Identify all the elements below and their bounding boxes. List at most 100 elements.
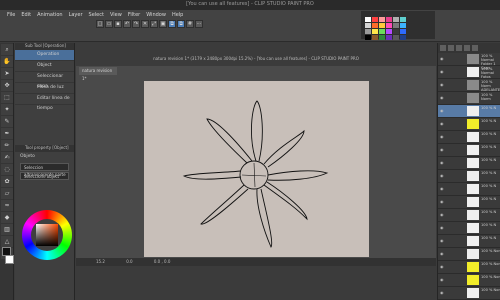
menu-window[interactable]: Window — [143, 12, 169, 18]
layer-row[interactable]: ◉ 100 % N — [438, 157, 500, 170]
swatch[interactable] — [365, 23, 371, 28]
swatch[interactable] — [400, 29, 406, 34]
swatch[interactable] — [386, 23, 392, 28]
subtool-item-select-layer[interactable]: Seleccionar capa — [15, 72, 74, 89]
swatch[interactable] — [393, 35, 399, 40]
new-layer-icon[interactable] — [440, 45, 446, 51]
swatch[interactable] — [372, 29, 378, 34]
layer-row[interactable]: ◉ 100 % Norm — [438, 92, 500, 105]
menu-animation[interactable]: Animation — [34, 12, 66, 18]
menu-filter[interactable]: Filter — [125, 12, 143, 18]
swatch[interactable] — [372, 23, 378, 28]
save-icon[interactable]: ▪ — [114, 20, 122, 28]
more-icon[interactable]: ⋯ — [195, 20, 203, 28]
menu-select[interactable]: Select — [86, 12, 107, 18]
layer-row[interactable]: ◉ 100 % N — [438, 183, 500, 196]
clip-icon[interactable] — [464, 45, 470, 51]
ruler-snap-icon[interactable]: ⧉ — [177, 20, 185, 28]
snap-icon[interactable]: ⧉ — [168, 20, 176, 28]
angle-readout[interactable]: 0.0 — [126, 259, 132, 264]
eye-icon[interactable]: ◉ — [440, 108, 445, 113]
eye-icon[interactable]: ◉ — [440, 225, 445, 230]
swatch[interactable] — [372, 17, 378, 22]
pen-icon[interactable]: ✒ — [1, 128, 13, 139]
eye-icon[interactable]: ◉ — [440, 160, 445, 165]
layer-row[interactable]: ◉ 100 % N — [438, 209, 500, 222]
swatch[interactable] — [379, 23, 385, 28]
zoom-readout[interactable]: 15.2 — [96, 259, 105, 264]
gradient-icon[interactable]: ▥ — [1, 224, 13, 235]
layer-row[interactable]: ◉ 100 % N — [438, 222, 500, 235]
layer-row[interactable]: ◉ 100 % N — [438, 196, 500, 209]
eye-icon[interactable]: ◉ — [440, 199, 445, 204]
new-icon[interactable]: □ — [96, 20, 104, 28]
layer-row[interactable]: ◉ 100 % Normal Folder 1 Copy — [438, 53, 500, 70]
undo-icon[interactable]: ↶ — [123, 20, 131, 28]
selection-mode-dropdown[interactable]: Seleccion a/transparente parte — [20, 163, 69, 177]
layer-row[interactable]: ◉ 100 % Nor — [438, 248, 500, 261]
swatch[interactable] — [400, 35, 406, 40]
swatch[interactable] — [400, 17, 406, 22]
swatch[interactable] — [372, 35, 378, 40]
layer-row[interactable]: ◉ 100 % N — [438, 144, 500, 157]
grid-icon[interactable]: # — [186, 20, 194, 28]
eye-icon[interactable]: ◉ — [440, 251, 445, 256]
eye-icon[interactable]: ◉ — [440, 186, 445, 191]
delete-layer-icon[interactable] — [472, 45, 478, 51]
eye-icon[interactable]: ◉ — [440, 95, 445, 100]
swatch[interactable] — [365, 35, 371, 40]
menu-layer[interactable]: Layer — [66, 12, 86, 18]
eye-icon[interactable]: ◉ — [440, 121, 445, 126]
menu-view[interactable]: View — [107, 12, 125, 18]
eye-icon[interactable]: ◉ — [440, 212, 445, 217]
eye-icon[interactable]: ◉ — [440, 69, 445, 74]
swatch[interactable] — [379, 17, 385, 22]
eraser-icon[interactable]: ▱ — [1, 188, 13, 199]
subtool-item-object[interactable]: Object — [15, 61, 74, 72]
decoration-icon[interactable]: ✿ — [1, 176, 13, 187]
eye-icon[interactable]: ◉ — [440, 147, 445, 152]
eye-icon[interactable]: ◉ — [440, 264, 445, 269]
menu-help[interactable]: Help — [169, 12, 186, 18]
swatch[interactable] — [379, 35, 385, 40]
eye-icon[interactable]: ◉ — [440, 238, 445, 243]
swatch[interactable] — [393, 23, 399, 28]
move-layer-icon[interactable]: ✥ — [1, 80, 13, 91]
eye-icon[interactable]: ◉ — [440, 290, 445, 295]
layer-row[interactable]: ◉ 100 % N — [438, 131, 500, 144]
sub-color-swatch[interactable] — [5, 255, 14, 264]
subtool-item-operation[interactable]: Operation — [15, 50, 74, 61]
subtool-item-light-table[interactable]: Mesa de luz — [15, 83, 74, 94]
operation-icon[interactable]: ➤ — [1, 68, 13, 79]
canvas-paper[interactable] — [144, 81, 369, 257]
menu-file[interactable]: File — [4, 12, 18, 18]
eye-icon[interactable]: ◉ — [440, 277, 445, 282]
swatch[interactable] — [365, 29, 371, 34]
layer-row[interactable]: ◉ 100 % N — [438, 235, 500, 248]
layer-row[interactable]: ◉ 100 % N — [438, 105, 500, 118]
saturation-value-square[interactable] — [36, 224, 58, 246]
figure-icon[interactable]: △ — [1, 236, 13, 247]
layer-row[interactable]: ◉ 100 % Norm ADELANTE — [438, 79, 500, 92]
eyedropper-icon[interactable]: ✎ — [1, 116, 13, 127]
blend-icon[interactable]: ≈ — [1, 200, 13, 211]
fill-bucket-icon[interactable]: ◆ — [1, 212, 13, 223]
color-wheel[interactable] — [22, 210, 72, 260]
zoom-icon[interactable]: ⌕ — [1, 44, 13, 55]
menu-edit[interactable]: Edit — [18, 12, 34, 18]
eye-icon[interactable]: ◉ — [440, 134, 445, 139]
swatch[interactable] — [379, 29, 385, 34]
redo-icon[interactable]: ↷ — [132, 20, 140, 28]
layer-row[interactable]: ◉ 100 % Nor — [438, 261, 500, 274]
selection-icon[interactable]: ⬚ — [1, 92, 13, 103]
swatch[interactable] — [386, 35, 392, 40]
layer-row[interactable]: ◉ 100 % Nor — [438, 287, 500, 300]
swatch[interactable] — [393, 17, 399, 22]
layer-row[interactable]: ◉ 100 % N — [438, 170, 500, 183]
eye-icon[interactable]: ◉ — [440, 173, 445, 178]
transform-icon[interactable]: ⤢ — [150, 20, 158, 28]
airbrush-icon[interactable]: ◌ — [1, 164, 13, 175]
layer-row[interactable]: ◉ 100 % N — [438, 118, 500, 131]
document-tab[interactable]: natura revision 1* — [79, 67, 117, 81]
brush-icon[interactable]: ✍ — [1, 152, 13, 163]
